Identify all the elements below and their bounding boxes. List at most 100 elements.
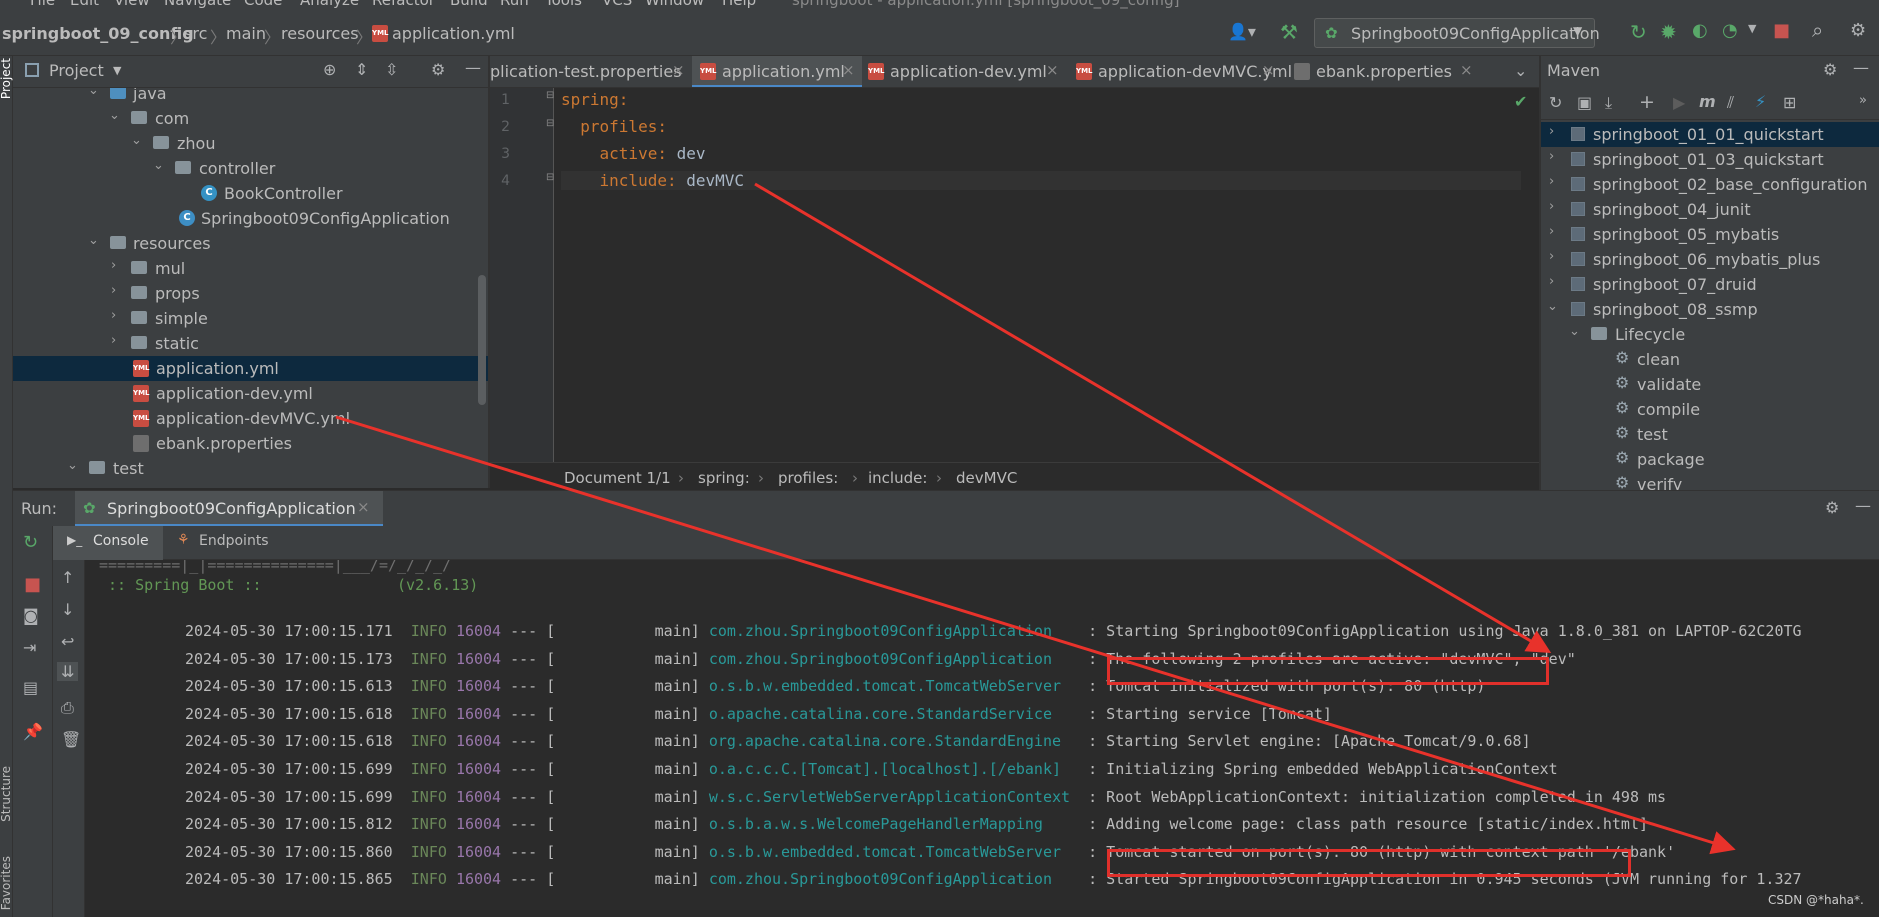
settings-icon[interactable]: ⚙ — [1823, 60, 1837, 79]
chevron-down-icon[interactable]: ⌄ — [88, 88, 99, 98]
layout-icon[interactable]: ▤ — [23, 678, 38, 697]
minimize-icon[interactable]: — — [465, 58, 481, 77]
maven-module-springboot-02-base-configuration[interactable]: › springboot_02_base_configuration — [1541, 172, 1879, 197]
tree-item-simple[interactable]: › simple — [13, 306, 488, 331]
tabs-dropdown-chevron-icon[interactable]: ⌄ — [1514, 61, 1527, 80]
chevron-down-icon[interactable]: ⌄ — [131, 133, 142, 148]
tree-item-application-devmvc-yml[interactable]: YML application-devMVC.yml — [13, 406, 488, 431]
toggle-offline-icon[interactable]: ⫽ — [1727, 93, 1734, 113]
menu-refactor[interactable]: Refactor — [372, 0, 435, 9]
tree-item-bookcontroller[interactable]: C BookController — [13, 181, 488, 206]
maven-goal-test[interactable]: ⚙ test — [1541, 422, 1879, 447]
debug-bug-icon[interactable]: ✹ — [1660, 20, 1677, 44]
more-chevron-icon[interactable]: » — [1859, 93, 1867, 108]
close-icon[interactable]: × — [357, 498, 370, 516]
download-icon[interactable]: ⤓ — [1605, 93, 1612, 113]
project-tool-window-button[interactable]: Project — [0, 58, 13, 99]
tab-application-test-properties[interactable]: plication-test.properties × — [490, 56, 690, 87]
tree-item-test[interactable]: ⌄ test — [13, 456, 488, 481]
menu-edit[interactable]: Edit — [70, 0, 99, 9]
settings-icon[interactable]: ⚙ — [431, 60, 445, 79]
project-panel-title[interactable]: Project — [49, 61, 104, 80]
tab-ebank-properties[interactable]: ebank.properties × — [1290, 56, 1490, 87]
run-configuration-select[interactable]: ✿ Springboot09ConfigApplication ▼ — [1314, 18, 1600, 48]
tab-application-yml[interactable]: YML application.yml × — [692, 56, 862, 87]
breadcrumb-include[interactable]: include: — [868, 469, 927, 487]
maven-module-springboot-07-druid[interactable]: › springboot_07_druid — [1541, 272, 1879, 297]
close-icon[interactable]: × — [1046, 61, 1059, 79]
breadcrumb-project[interactable]: springboot_09_config — [2, 24, 194, 43]
tree-item-static[interactable]: › static — [13, 331, 488, 356]
execute-goal-icon[interactable]: m — [1699, 92, 1716, 111]
maven-goal-clean[interactable]: ⚙ clean — [1541, 347, 1879, 372]
fold-icon[interactable]: ⊟ — [546, 90, 554, 101]
chevron-down-icon[interactable]: ⌄ — [67, 458, 78, 473]
maven-module-springboot-01-01-quickstart[interactable]: › springboot_01_01_quickstart — [1541, 122, 1879, 147]
breadcrumb-devmvc[interactable]: devMVC — [956, 469, 1017, 487]
chevron-right-icon[interactable]: › — [1549, 274, 1554, 289]
fold-icon[interactable]: ⊟ — [546, 172, 554, 183]
coverage-icon[interactable]: ◐ — [1692, 20, 1708, 41]
menu-tools[interactable]: Tools — [545, 0, 582, 9]
rerun-icon[interactable]: ↻ — [1630, 20, 1647, 44]
breadcrumb-main[interactable]: main — [226, 24, 266, 43]
menu-build[interactable]: Build — [450, 0, 488, 9]
stop-icon[interactable]: ■ — [1773, 20, 1790, 41]
more-run-chevron-icon[interactable]: ▼ — [1748, 22, 1756, 35]
search-icon[interactable]: ⌕ — [1812, 18, 1823, 42]
close-icon[interactable]: × — [842, 61, 855, 79]
settings-icon[interactable]: ⚙ — [1825, 498, 1839, 517]
maven-goal-package[interactable]: ⚙ package — [1541, 447, 1879, 472]
chevron-down-icon[interactable]: ⌄ — [109, 108, 120, 123]
chevron-down-icon[interactable]: ⌄ — [1547, 299, 1558, 314]
breadcrumb-document[interactable]: Document 1/1 — [564, 469, 671, 487]
plus-icon[interactable]: + — [1639, 91, 1655, 113]
menu-code[interactable]: Code — [244, 0, 282, 9]
chevron-right-icon[interactable]: › — [111, 258, 116, 273]
arrow-up-icon[interactable]: ↑ — [61, 568, 74, 587]
breadcrumb-spring[interactable]: spring: — [698, 469, 750, 487]
structure-tool-window-button[interactable]: Structure — [0, 766, 13, 822]
menu-view[interactable]: View — [114, 0, 150, 9]
trash-icon[interactable]: 🗑 — [61, 730, 81, 749]
breadcrumb-file[interactable]: application.yml — [392, 24, 515, 43]
tab-endpoints[interactable]: ⚘ Endpoints — [163, 526, 283, 560]
project-tree-scrollbar[interactable] — [478, 275, 486, 405]
chevron-down-icon[interactable]: ⌄ — [153, 158, 164, 173]
show-dependencies-icon[interactable]: ⊞ — [1783, 93, 1796, 112]
tree-item-zhou[interactable]: ⌄ zhou — [13, 131, 488, 156]
chevron-right-icon[interactable]: › — [1549, 149, 1554, 164]
tree-item-resources[interactable]: ⌄ resources — [13, 231, 488, 256]
maven-module-springboot-08-ssmp[interactable]: ⌄ springboot_08_ssmp — [1541, 297, 1879, 322]
camera-icon[interactable]: ◙ — [23, 606, 39, 625]
maven-goal-validate[interactable]: ⚙ validate — [1541, 372, 1879, 397]
close-icon[interactable]: × — [1460, 61, 1473, 79]
scroll-to-end-icon[interactable]: ⇊ — [57, 662, 79, 681]
chevron-down-icon[interactable]: ⌄ — [1569, 324, 1580, 339]
menu-help[interactable]: Help — [722, 0, 756, 9]
tree-item-controller[interactable]: ⌄ controller — [13, 156, 488, 181]
rerun-icon[interactable]: ↻ — [23, 532, 38, 553]
chevron-down-icon[interactable]: ▼ — [113, 64, 121, 77]
tree-item-ebank-properties[interactable]: ebank.properties — [13, 431, 488, 456]
settings-icon[interactable]: ⚙ — [1850, 20, 1866, 41]
tab-application-dev-yml[interactable]: YML application-dev.yml × — [864, 56, 1064, 87]
maven-module-springboot-01-03-quickstart[interactable]: › springboot_01_03_quickstart — [1541, 147, 1879, 172]
chevron-right-icon[interactable]: › — [111, 283, 116, 298]
expand-all-icon[interactable]: ⇕ — [355, 60, 368, 79]
tree-item-application-dev-yml[interactable]: YML application-dev.yml — [13, 381, 488, 406]
chevron-right-icon[interactable]: › — [111, 308, 116, 323]
chevron-right-icon[interactable]: › — [1549, 199, 1554, 214]
maven-module-springboot-04-junit[interactable]: › springboot_04_junit — [1541, 197, 1879, 222]
favorites-tool-window-button[interactable]: Favorites — [0, 856, 13, 910]
chevron-right-icon[interactable]: › — [1549, 249, 1554, 264]
menu-navigate[interactable]: Navigate — [164, 0, 231, 9]
skip-tests-icon[interactable]: ⚡ — [1755, 92, 1766, 111]
reload-icon[interactable]: ↻ — [1549, 93, 1562, 112]
build-hammer-icon[interactable]: ⚒ — [1280, 20, 1298, 44]
chevron-right-icon[interactable]: › — [1549, 224, 1554, 239]
tab-console[interactable]: ▶_ Console — [53, 526, 163, 560]
tree-item-mul[interactable]: › mul — [13, 256, 488, 281]
menu-run[interactable]: Run — [500, 0, 529, 9]
user-icon[interactable]: 👤▾ — [1228, 22, 1256, 41]
